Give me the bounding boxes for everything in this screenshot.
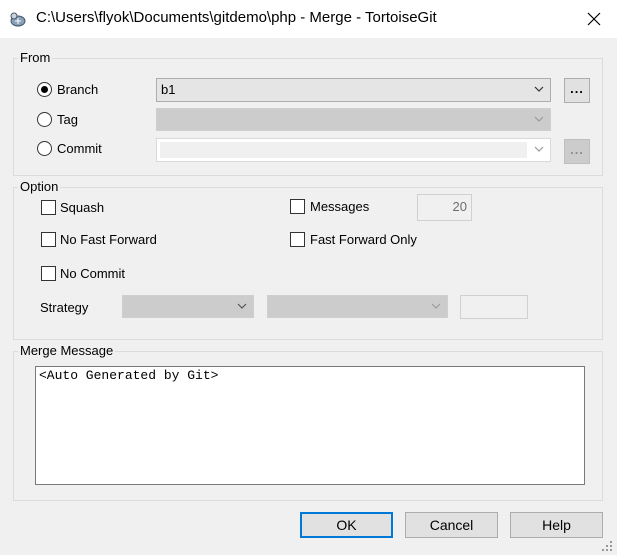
chevron-down-icon	[237, 303, 247, 309]
chevron-down-icon	[534, 116, 544, 122]
tag-radio[interactable]	[37, 112, 52, 127]
branch-label: Branch	[57, 82, 99, 97]
help-button[interactable]: Help	[510, 512, 603, 538]
commit-input[interactable]	[160, 142, 527, 158]
strategy-label: Strategy	[40, 300, 89, 315]
branch-radio[interactable]	[37, 82, 52, 97]
close-icon	[587, 12, 601, 26]
chevron-down-icon	[534, 146, 544, 152]
chevron-down-icon	[534, 86, 544, 92]
no-commit-label: No Commit	[60, 266, 126, 281]
no-fast-forward-checkbox[interactable]	[41, 232, 56, 247]
window-title: C:\Users\flyok\Documents\gitdemo\php - M…	[36, 9, 437, 26]
messages-label: Messages	[310, 199, 370, 214]
tag-combobox[interactable]	[156, 108, 551, 131]
strategy-combobox[interactable]	[122, 295, 254, 318]
strategy-param-input[interactable]	[460, 295, 528, 319]
branch-browse-button[interactable]: ...	[564, 78, 590, 103]
close-button[interactable]	[580, 6, 608, 32]
messages-count-input[interactable]: 20	[417, 194, 472, 221]
from-group-label: From	[18, 50, 53, 65]
branch-combobox[interactable]: b1	[156, 78, 551, 102]
commit-combobox[interactable]	[156, 138, 551, 162]
cancel-button[interactable]: Cancel	[405, 512, 498, 538]
commit-label: Commit	[57, 141, 102, 156]
squash-checkbox[interactable]	[41, 200, 56, 215]
no-commit-checkbox[interactable]	[41, 266, 56, 281]
ok-button[interactable]: OK	[300, 512, 393, 538]
fast-forward-only-checkbox[interactable]	[290, 232, 305, 247]
merge-message-group-label: Merge Message	[18, 343, 116, 358]
commit-radio[interactable]	[37, 141, 52, 156]
strategy-option-combobox[interactable]	[267, 295, 448, 318]
chevron-down-icon	[431, 303, 441, 309]
option-group-label: Option	[18, 179, 61, 194]
commit-browse-button[interactable]: ...	[564, 139, 590, 164]
no-fast-forward-label: No Fast Forward	[60, 232, 157, 247]
resize-grip-icon[interactable]	[601, 540, 613, 552]
merge-message-textarea[interactable]: <Auto Generated by Git>	[35, 366, 585, 485]
merge-message-text: <Auto Generated by Git>	[39, 368, 219, 383]
fast-forward-only-label: Fast Forward Only	[310, 232, 417, 247]
tortoisegit-icon	[9, 10, 27, 28]
messages-checkbox[interactable]	[290, 199, 305, 214]
branch-value: b1	[161, 82, 176, 97]
squash-label: Squash	[60, 200, 105, 215]
tag-label: Tag	[57, 112, 78, 127]
